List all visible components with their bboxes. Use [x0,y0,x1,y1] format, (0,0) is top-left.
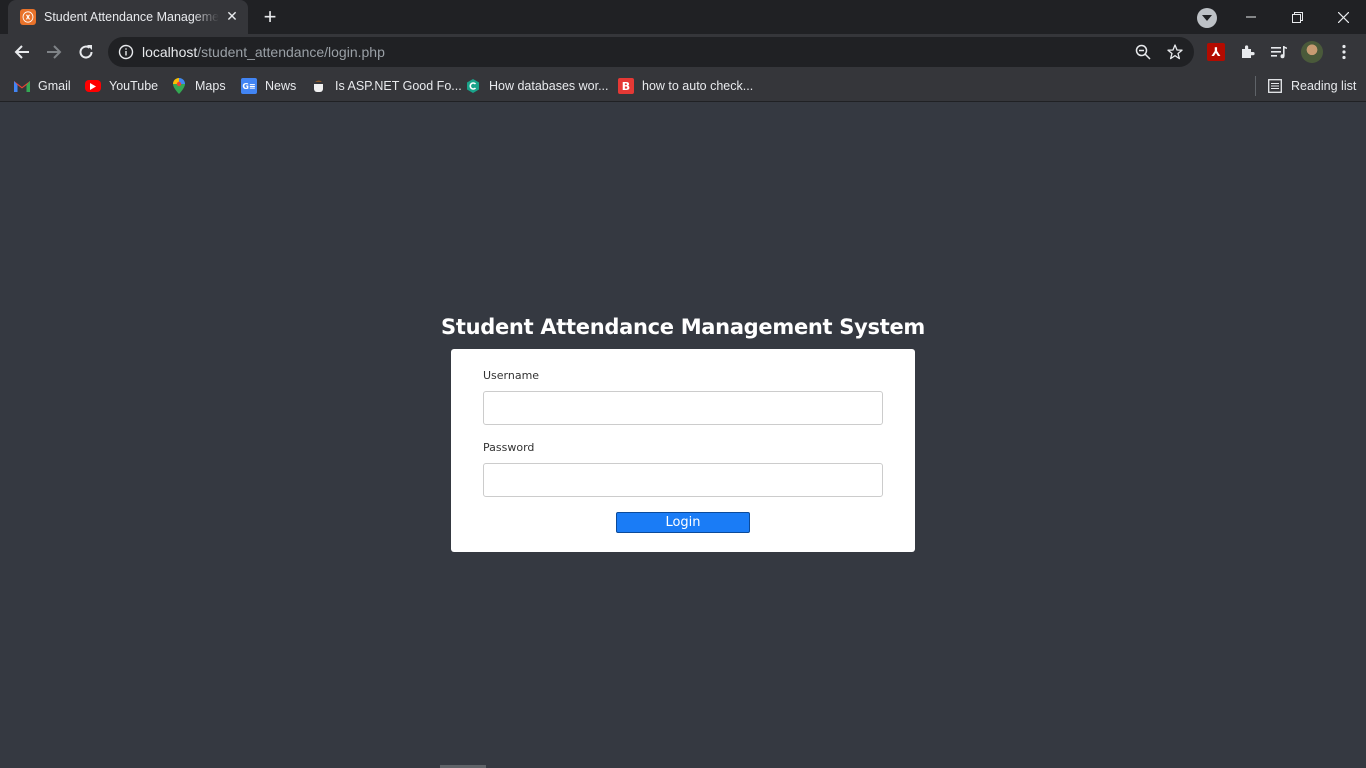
reload-icon [79,45,93,59]
password-input[interactable] [483,463,883,497]
adobe-pdf-icon: ⅄ [1207,43,1225,61]
star-icon [1167,44,1183,60]
bookmark-autocheck[interactable]: B how to auto check... [618,76,753,96]
pdf-extension-button[interactable]: ⅄ [1204,40,1228,64]
profile-button[interactable] [1300,40,1324,64]
bookmarks-bar: Gmail YouTube Maps G≡ News Is ASP.NET Go… [0,70,1366,102]
more-vertical-icon [1342,44,1346,60]
username-input[interactable] [483,391,883,425]
bookmark-star-button[interactable] [1166,43,1184,61]
bookmark-youtube[interactable]: YouTube [85,76,158,96]
back-button[interactable] [8,38,36,66]
url-path: /student_attendance/login.php [197,44,385,60]
forward-button[interactable] [40,38,68,66]
zoom-button[interactable] [1134,43,1152,61]
info-icon[interactable] [118,44,134,60]
browser-tab[interactable]: ⓧ Student Attendance Management System ✕ [8,0,248,34]
minimize-icon [1246,16,1256,18]
bookmark-databases[interactable]: How databases wor... [465,76,609,96]
playlist-icon [1271,46,1287,59]
educative-icon [465,78,481,94]
reading-list-button[interactable]: Reading list [1267,76,1356,96]
coffee-icon [311,78,327,94]
address-bar[interactable]: localhost/student_attendance/login.php [108,37,1194,67]
news-icon: G≡ [241,78,257,94]
avatar [1301,41,1323,63]
b-icon: B [618,78,634,94]
extensions-button[interactable] [1236,40,1260,64]
reading-list-label: Reading list [1291,79,1357,93]
xampp-icon: ⓧ [20,9,36,25]
reading-list-icon [1267,78,1283,94]
media-control-button[interactable] [1267,40,1291,64]
puzzle-icon [1242,45,1255,58]
tab-title: Student Attendance Management System [44,10,219,24]
restore-icon [1291,11,1303,23]
close-tab-icon[interactable]: ✕ [224,9,240,25]
page-title: Student Attendance Management System [441,315,925,339]
bookmark-label: How databases wor... [489,79,609,93]
bookmark-label: YouTube [109,79,159,93]
login-button[interactable]: Login [616,512,750,533]
bookmark-label: how to auto check... [642,79,754,93]
browser-menu-button[interactable] [1332,40,1356,64]
bookmark-label: Is ASP.NET Good Fo... [335,79,462,93]
browser-toolbar: localhost/student_attendance/login.php ⅄ [0,34,1366,70]
tab-strip: ⓧ Student Attendance Management System ✕… [0,0,1366,34]
bookmark-label: News [265,79,297,93]
password-label: Password [483,441,535,454]
chevron-down-icon [1202,15,1212,21]
arrow-right-icon [47,45,62,59]
bookmarks-separator [1255,76,1256,96]
bookmark-maps[interactable]: Maps [171,76,226,96]
bookmark-news[interactable]: G≡ News [241,76,296,96]
username-label: Username [483,369,540,382]
minimize-button[interactable] [1228,0,1274,34]
new-tab-button[interactable]: + [258,6,282,28]
bookmark-label: Gmail [38,79,71,93]
bookmark-label: Maps [195,79,226,93]
arrow-left-icon [14,45,29,59]
restore-button[interactable] [1274,0,1320,34]
zoom-out-icon [1135,44,1151,60]
bookmark-gmail[interactable]: Gmail [14,76,71,96]
tab-search-button[interactable] [1197,8,1217,28]
url-text: localhost/student_attendance/login.php [142,44,385,60]
reload-button[interactable] [72,38,100,66]
bookmark-aspnet[interactable]: Is ASP.NET Good Fo... [311,76,462,96]
url-host: localhost [142,44,198,60]
youtube-icon [85,80,101,92]
login-card: Username Password Login [451,349,915,552]
close-window-button[interactable] [1320,0,1366,34]
maps-icon [171,78,187,94]
close-icon [1337,11,1349,23]
gmail-icon [14,78,30,94]
